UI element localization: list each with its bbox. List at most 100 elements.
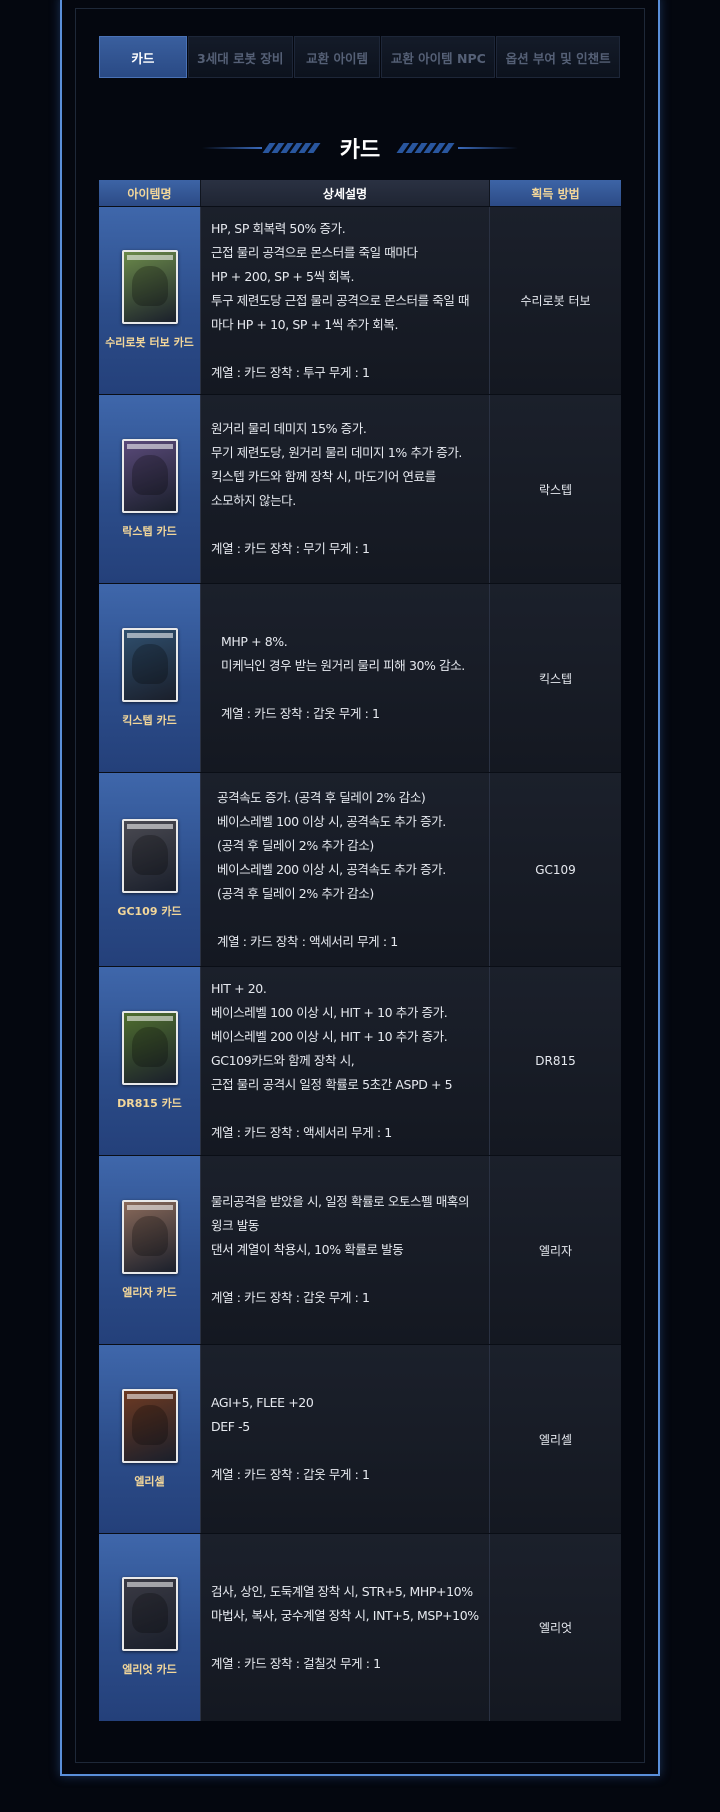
table-row: 수리로봇 터보 카드 HP, SP 회복력 50% 증가. 근접 물리 공격으로 몬… xyxy=(99,206,621,394)
header-description: 상세설명 xyxy=(200,180,490,206)
item-name: 엘리자 카드 xyxy=(122,1285,177,1299)
description-line: 댄서 계열이 착용시, 10% 확률로 발동 xyxy=(211,1242,404,1257)
item-name-cell: 수리로봇 터보 카드 xyxy=(99,207,200,394)
tab-bar: 카드 3세대 로봇 장비 교환 아이템 교환 아이템 NPC 옵션 부여 및 인… xyxy=(99,36,621,78)
item-description-cell: MHP + 8%. 미케닉인 경우 받는 원거리 물리 피해 30% 감소. 계열 … xyxy=(200,584,490,772)
description-line: (공격 후 딜레이 2% 추가 감소) xyxy=(217,837,374,853)
description-line: 투구 제련도당 근접 물리 공격으로 몬스터를 죽일 때 xyxy=(211,292,470,308)
item-name: 수리로봇 터보 카드 xyxy=(105,336,194,349)
item-name: 엘리셀 xyxy=(134,1474,165,1488)
tab-3rd-gen-robot-gear[interactable]: 3세대 로봇 장비 xyxy=(187,36,293,78)
description-line: 윙크 발동 xyxy=(211,1218,259,1233)
acquisition-cell: 킥스텝 xyxy=(490,584,621,772)
description-line: 계열 : 카드 장착 : 갑옷 무게 : 1 xyxy=(211,1467,370,1482)
item-description-cell: HP, SP 회복력 50% 증가. 근접 물리 공격으로 몬스터를 죽일 때마다… xyxy=(200,207,490,394)
table-row: DR815 카드 HIT + 20. 베이스레벨 100 이상 시, HIT + 1… xyxy=(99,966,621,1155)
card-image xyxy=(121,1010,178,1085)
card-image xyxy=(121,438,178,513)
description-line: 무기 제련도당, 원거리 물리 데미지 1% 추가 증가. xyxy=(211,445,462,460)
description-line: 미케닉인 경우 받는 원거리 물리 피해 30% 감소. xyxy=(221,658,465,673)
item-name-cell: GC109 카드 xyxy=(99,773,200,966)
description-line: 계열 : 카드 장착 : 갑옷 무게 : 1 xyxy=(211,1290,370,1305)
table-row: 엘리자 카드 물리공격을 받았을 시, 일정 확률로 오토스펠 매혹의윙크 발동댄… xyxy=(99,1155,621,1344)
description-line: 계열 : 카드 장착 : 투구 무게 : 1 xyxy=(211,364,370,380)
card-table: 아이템명 상세설명 획득 방법 수리로봇 터보 카드 HP, SP 회복력 50%… xyxy=(99,180,621,1721)
table-header: 아이템명 상세설명 획득 방법 xyxy=(99,180,621,206)
item-description-cell: 공격속도 증가. (공격 후 딜레이 2% 감소) 베이스레벨 100 이상 시,… xyxy=(200,773,490,966)
description-line: 근접 물리 공격시 일정 확률로 5초간 ASPD + 5 xyxy=(211,1077,453,1092)
tab-options-enchant[interactable]: 옵션 부여 및 인챈트 xyxy=(496,36,620,78)
card-image xyxy=(121,1199,178,1274)
table-row: 엘리엇 카드 검사, 상인, 도둑계열 장착 시, STR+5, MHP+10% 마… xyxy=(99,1533,621,1721)
description-line: 계열 : 카드 장착 : 액세서리 무게 : 1 xyxy=(211,1125,392,1140)
table-row: 킥스텝 카드 MHP + 8%. 미케닉인 경우 받는 원거리 물리 피해 30% … xyxy=(99,583,621,772)
table-row: 락스텝 카드 원거리 물리 데미지 15% 증가. 무기 제련도당, 원거리 물리 … xyxy=(99,394,621,583)
description-line: 공격속도 증가. (공격 후 딜레이 2% 감소) xyxy=(217,789,426,805)
description-line: 계열 : 카드 장착 : 걸칠것 무게 : 1 xyxy=(211,1655,381,1671)
description-line: 계열 : 카드 장착 : 액세서리 무게 : 1 xyxy=(217,933,398,949)
title-decoration-right xyxy=(396,143,519,153)
description-line: 마다 HP + 10, SP + 1씩 추가 회복. xyxy=(211,316,399,332)
description-line: 물리공격을 받았을 시, 일정 확률로 오토스펠 매혹의 xyxy=(211,1194,470,1209)
description-line: HIT + 20. xyxy=(211,981,267,996)
description-line: 마법사, 복사, 궁수계열 장착 시, INT+5, MSP+10% xyxy=(211,1607,479,1623)
item-name: GC109 카드 xyxy=(117,905,182,918)
item-name: 킥스텝 카드 xyxy=(122,713,177,727)
description-line: 소모하지 않는다. xyxy=(211,493,296,508)
description-line: 베이스레벨 100 이상 시, 공격속도 추가 증가. xyxy=(217,813,446,829)
item-name: 엘리엇 카드 xyxy=(122,1663,177,1676)
acquisition-cell: 락스텝 xyxy=(490,395,621,583)
item-description-cell: 물리공격을 받았을 시, 일정 확률로 오토스펠 매혹의윙크 발동댄서 계열이 … xyxy=(200,1156,490,1344)
description-line: 계열 : 카드 장착 : 무기 무게 : 1 xyxy=(211,541,370,556)
description-line: 킥스텝 카드와 함께 장착 시, 마도기어 연료를 xyxy=(211,469,436,484)
acquisition-cell: 엘리자 xyxy=(490,1156,621,1344)
description-line: MHP + 8%. xyxy=(221,634,288,649)
table-row: 엘리셀 AGI+5, FLEE +20 DEF -5 계열 : 카드 장착 : 갑옷 … xyxy=(99,1344,621,1533)
card-image xyxy=(121,819,178,893)
header-item-name: 아이템명 xyxy=(99,180,200,206)
table-row: GC109 카드 공격속도 증가. (공격 후 딜레이 2% 감소) 베이스레벨 1… xyxy=(99,772,621,966)
card-image xyxy=(121,1577,178,1651)
item-name-cell: 락스텝 카드 xyxy=(99,395,200,583)
section-title: 카드 xyxy=(0,130,720,166)
description-line: HP, SP 회복력 50% 증가. xyxy=(211,220,346,236)
page-title: 카드 xyxy=(339,138,381,163)
item-name: DR815 카드 xyxy=(117,1096,182,1110)
table-body: 수리로봇 터보 카드 HP, SP 회복력 50% 증가. 근접 물리 공격으로 몬… xyxy=(99,206,621,1721)
item-name-cell: 엘리셀 xyxy=(99,1345,200,1533)
description-line: 원거리 물리 데미지 15% 증가. xyxy=(211,421,367,436)
item-description-cell: HIT + 20. 베이스레벨 100 이상 시, HIT + 10 추가 증가.… xyxy=(200,967,490,1155)
item-name: 락스텝 카드 xyxy=(122,524,177,538)
description-line: 베이스레벨 200 이상 시, 공격속도 추가 증가. xyxy=(217,861,446,877)
item-name-cell: 엘리자 카드 xyxy=(99,1156,200,1344)
acquisition-cell: 엘리셀 xyxy=(490,1345,621,1533)
description-line: 계열 : 카드 장착 : 갑옷 무게 : 1 xyxy=(221,706,380,721)
header-acquisition: 획득 방법 xyxy=(490,180,621,206)
item-description-cell: AGI+5, FLEE +20 DEF -5 계열 : 카드 장착 : 갑옷 무게 … xyxy=(200,1345,490,1533)
item-description-cell: 원거리 물리 데미지 15% 증가. 무기 제련도당, 원거리 물리 데미지 1%… xyxy=(200,395,490,583)
description-line: HP + 200, SP + 5씩 회복. xyxy=(211,268,355,284)
tab-cards[interactable]: 카드 xyxy=(99,36,187,78)
description-line: (공격 후 딜레이 2% 추가 감소) xyxy=(217,885,374,901)
description-line: GC109카드와 함께 장착 시, xyxy=(211,1053,355,1068)
description-line: 베이스레벨 200 이상 시, HIT + 10 추가 증가. xyxy=(211,1029,448,1044)
item-name-cell: 엘리엇 카드 xyxy=(99,1534,200,1721)
card-image xyxy=(121,250,178,324)
card-image xyxy=(121,627,178,702)
item-name-cell: DR815 카드 xyxy=(99,967,200,1155)
description-line: 근접 물리 공격으로 몬스터를 죽일 때마다 xyxy=(211,244,418,260)
acquisition-cell: 엘리엇 xyxy=(490,1534,621,1721)
description-line: 검사, 상인, 도둑계열 장착 시, STR+5, MHP+10% xyxy=(211,1583,473,1599)
description-line: DEF -5 xyxy=(211,1419,250,1434)
acquisition-cell: DR815 xyxy=(490,967,621,1155)
acquisition-cell: 수리로봇 터보 xyxy=(490,207,621,394)
card-image xyxy=(121,1388,178,1463)
acquisition-cell: GC109 xyxy=(490,773,621,966)
tab-exchange-items[interactable]: 교환 아이템 xyxy=(293,36,381,78)
description-line: 베이스레벨 100 이상 시, HIT + 10 추가 증가. xyxy=(211,1005,448,1020)
description-line: AGI+5, FLEE +20 xyxy=(211,1395,314,1410)
title-decoration-left xyxy=(201,143,324,153)
item-description-cell: 검사, 상인, 도둑계열 장착 시, STR+5, MHP+10% 마법사, 복사… xyxy=(200,1534,490,1721)
tab-exchange-item-npc[interactable]: 교환 아이템 NPC xyxy=(381,36,496,78)
item-name-cell: 킥스텝 카드 xyxy=(99,584,200,772)
